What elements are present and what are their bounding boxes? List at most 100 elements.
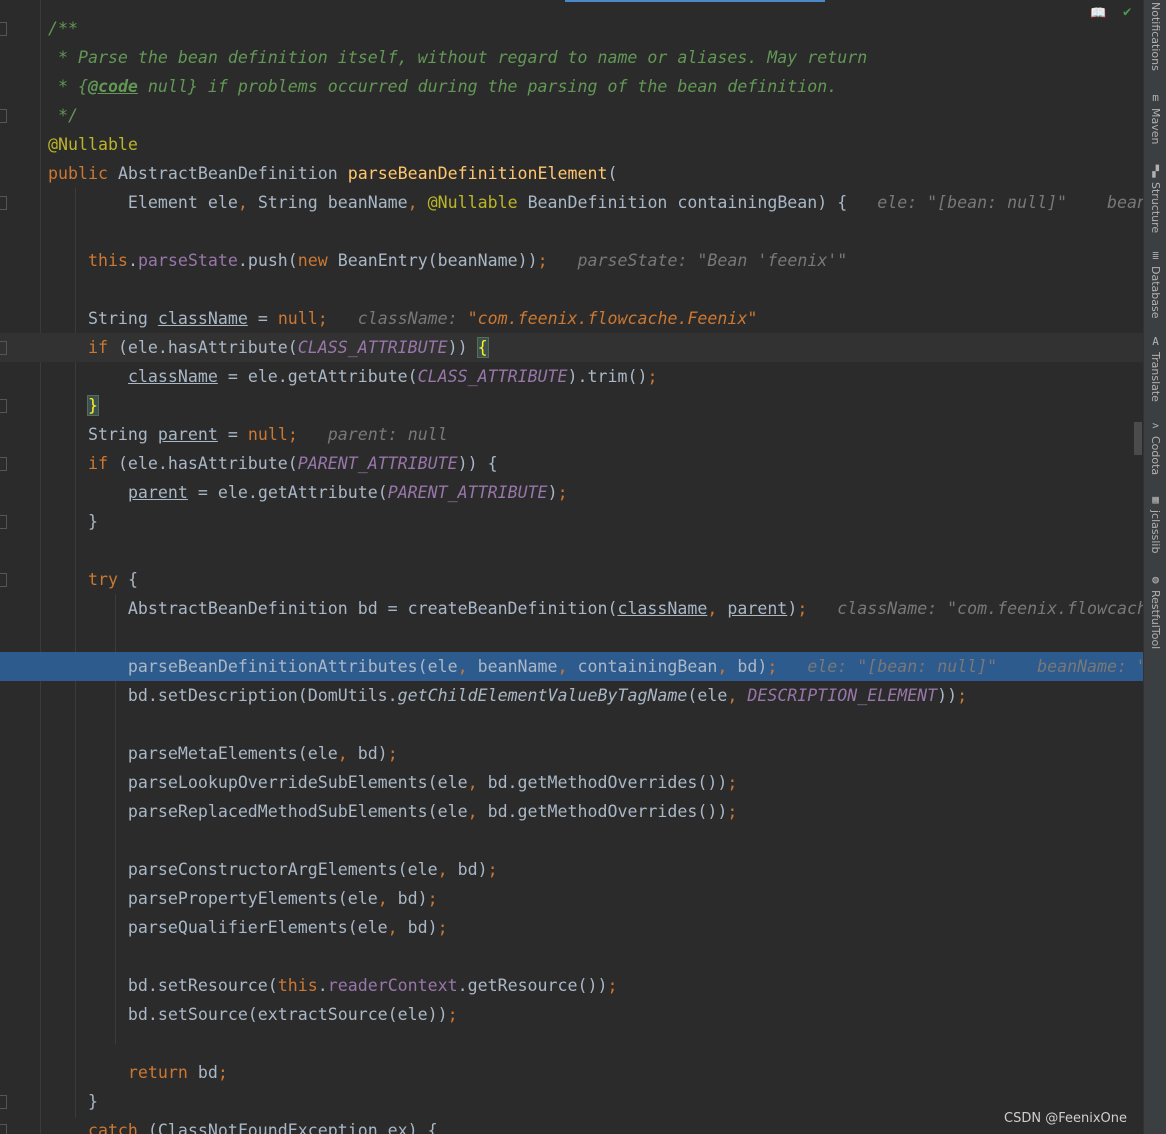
code-line[interactable]: * {@code null} if problems occurred duri… bbox=[0, 72, 1143, 101]
fold-marker-icon[interactable] bbox=[0, 341, 7, 355]
sidebar-item-translate[interactable]: A Translate bbox=[1144, 336, 1166, 402]
restfultool-icon: ◍ bbox=[1152, 573, 1159, 586]
code-token: AbstractBeanDefinition bbox=[117, 164, 348, 183]
database-icon: ≣ bbox=[1152, 249, 1159, 262]
code-text: parseMetaElements(ele, bd); bbox=[48, 739, 398, 768]
code-token: /** bbox=[48, 19, 78, 38]
fold-marker-icon[interactable] bbox=[0, 1124, 7, 1134]
code-line[interactable]: String parent = null; parent: null bbox=[0, 420, 1143, 449]
code-token: */ bbox=[48, 106, 78, 125]
code-line[interactable]: bd.setResource(this.readerContext.getRes… bbox=[0, 971, 1143, 1000]
fold-marker-icon[interactable] bbox=[0, 22, 7, 36]
code-token: ; bbox=[727, 802, 738, 821]
code-line[interactable]: parent = ele.getAttribute(PARENT_ATTRIBU… bbox=[0, 478, 1143, 507]
sidebar-item-label: jclasslib bbox=[1149, 510, 1162, 554]
fold-marker-icon[interactable] bbox=[0, 109, 7, 123]
scrollbar-thumb[interactable] bbox=[1134, 422, 1142, 455]
code-token: @Nullable bbox=[427, 193, 528, 212]
sidebar-item-codota[interactable]: > Codota bbox=[1144, 420, 1166, 476]
code-token: bd) bbox=[457, 860, 488, 879]
code-token: ; bbox=[287, 425, 298, 444]
book-icon[interactable]: 📖 bbox=[1090, 6, 1106, 21]
code-line[interactable] bbox=[0, 942, 1143, 971]
code-line[interactable]: } bbox=[0, 391, 1143, 420]
code-text: this.parseState.push(new BeanEntry(beanN… bbox=[48, 246, 847, 275]
code-line[interactable]: parseReplacedMethodSubElements(ele, bd.g… bbox=[0, 797, 1143, 826]
code-line[interactable]: String className = null; className: "com… bbox=[0, 304, 1143, 333]
code-line[interactable]: /** bbox=[0, 14, 1143, 43]
code-line[interactable]: if (ele.hasAttribute(CLASS_ATTRIBUTE)) { bbox=[0, 333, 1143, 362]
code-line[interactable]: public AbstractBeanDefinition parseBeanD… bbox=[0, 159, 1143, 188]
sidebar-item-label: Notifications bbox=[1149, 2, 1162, 71]
execution-point-line[interactable]: parseBeanDefinitionAttributes(ele, beanN… bbox=[0, 652, 1143, 681]
code-text: parent = ele.getAttribute(PARENT_ATTRIBU… bbox=[48, 478, 568, 507]
code-token: , bbox=[557, 657, 578, 676]
code-token: * { bbox=[48, 77, 88, 96]
code-line[interactable]: catch (ClassNotFoundException ex) { bbox=[0, 1116, 1143, 1134]
code-token: ; bbox=[957, 686, 968, 705]
code-token: CLASS_ATTRIBUTE bbox=[297, 338, 448, 357]
code-editor[interactable]: /** * Parse the bean definition itself, … bbox=[0, 0, 1143, 1134]
code-line[interactable]: bd.setSource(extractSource(ele)); bbox=[0, 1000, 1143, 1029]
sidebar-item-database[interactable]: ≣ Database bbox=[1144, 250, 1166, 319]
code-line[interactable] bbox=[0, 1029, 1143, 1058]
code-line[interactable]: this.parseState.push(new BeanEntry(beanN… bbox=[0, 246, 1143, 275]
code-token: parseQualifierElements(ele bbox=[48, 918, 388, 937]
code-token: , bbox=[407, 193, 428, 212]
code-line[interactable]: parseLookupOverrideSubElements(ele, bd.g… bbox=[0, 768, 1143, 797]
code-line[interactable]: bd.setDescription(DomUtils.getChildEleme… bbox=[0, 681, 1143, 710]
code-text: */ bbox=[48, 101, 78, 130]
code-token: ; bbox=[537, 251, 548, 270]
fold-marker-icon[interactable] bbox=[0, 457, 7, 471]
code-line[interactable]: try { bbox=[0, 565, 1143, 594]
sidebar-item-restfultool[interactable]: ◍ RestfulTool bbox=[1144, 573, 1166, 650]
code-token: ; bbox=[447, 1005, 458, 1024]
code-line[interactable] bbox=[0, 710, 1143, 739]
sidebar-item-structure[interactable]: ▞ Structure bbox=[1144, 166, 1166, 234]
code-line[interactable]: className = ele.getAttribute(CLASS_ATTRI… bbox=[0, 362, 1143, 391]
debug-inline-value: className: bbox=[327, 309, 468, 328]
code-line[interactable] bbox=[0, 623, 1143, 652]
fold-marker-icon[interactable] bbox=[0, 196, 7, 210]
code-line[interactable]: parseMetaElements(ele, bd); bbox=[0, 739, 1143, 768]
code-token: ( bbox=[607, 164, 618, 183]
code-line[interactable] bbox=[0, 217, 1143, 246]
code-text: parseConstructorArgElements(ele, bd); bbox=[48, 855, 498, 884]
sidebar-item-maven[interactable]: m Maven bbox=[1144, 92, 1166, 145]
code-line[interactable]: return bd; bbox=[0, 1058, 1143, 1087]
code-text: } bbox=[48, 391, 99, 420]
code-token: className bbox=[617, 599, 708, 618]
check-icon[interactable]: ✔ bbox=[1123, 4, 1131, 20]
code-line[interactable]: */ bbox=[0, 101, 1143, 130]
code-line[interactable] bbox=[0, 275, 1143, 304]
sidebar-item-notifications[interactable]: Notifications bbox=[1144, 2, 1166, 71]
code-line[interactable]: Element ele, String beanName, @Nullable … bbox=[0, 188, 1143, 217]
sidebar-item-label: Structure bbox=[1149, 182, 1162, 234]
code-line[interactable] bbox=[0, 536, 1143, 565]
code-line[interactable]: parseConstructorArgElements(ele, bd); bbox=[0, 855, 1143, 884]
fold-marker-icon[interactable] bbox=[0, 573, 7, 587]
code-line[interactable]: } bbox=[0, 1087, 1143, 1116]
code-line[interactable]: } bbox=[0, 507, 1143, 536]
code-token: ).trim() bbox=[567, 367, 648, 386]
code-line[interactable]: parsePropertyElements(ele, bd); bbox=[0, 884, 1143, 913]
fold-marker-icon[interactable] bbox=[0, 515, 7, 529]
code-token: bd) bbox=[737, 657, 768, 676]
code-line[interactable] bbox=[0, 826, 1143, 855]
sidebar-item-jclasslib[interactable]: ▦ jclasslib bbox=[1144, 494, 1166, 554]
code-line[interactable]: if (ele.hasAttribute(PARENT_ATTRIBUTE)) … bbox=[0, 449, 1143, 478]
code-token: , bbox=[337, 744, 358, 763]
code-text: /** bbox=[48, 14, 78, 43]
code-token: AbstractBeanDefinition bd = createBeanDe… bbox=[48, 599, 618, 618]
code-line[interactable]: * Parse the bean definition itself, with… bbox=[0, 43, 1143, 72]
code-text: * Parse the bean definition itself, with… bbox=[48, 43, 867, 72]
code-token: className bbox=[127, 367, 218, 386]
code-token: readerContext bbox=[327, 976, 458, 995]
fold-marker-icon[interactable] bbox=[0, 1095, 7, 1109]
code-line[interactable]: AbstractBeanDefinition bd = createBeanDe… bbox=[0, 594, 1143, 623]
code-line[interactable]: @Nullable bbox=[0, 130, 1143, 159]
code-line[interactable]: parseQualifierElements(ele, bd); bbox=[0, 913, 1143, 942]
code-token: = ele.getAttribute( bbox=[217, 367, 418, 386]
fold-marker-icon[interactable] bbox=[0, 399, 7, 413]
code-token: parseBeanDefinitionElement bbox=[347, 164, 608, 183]
